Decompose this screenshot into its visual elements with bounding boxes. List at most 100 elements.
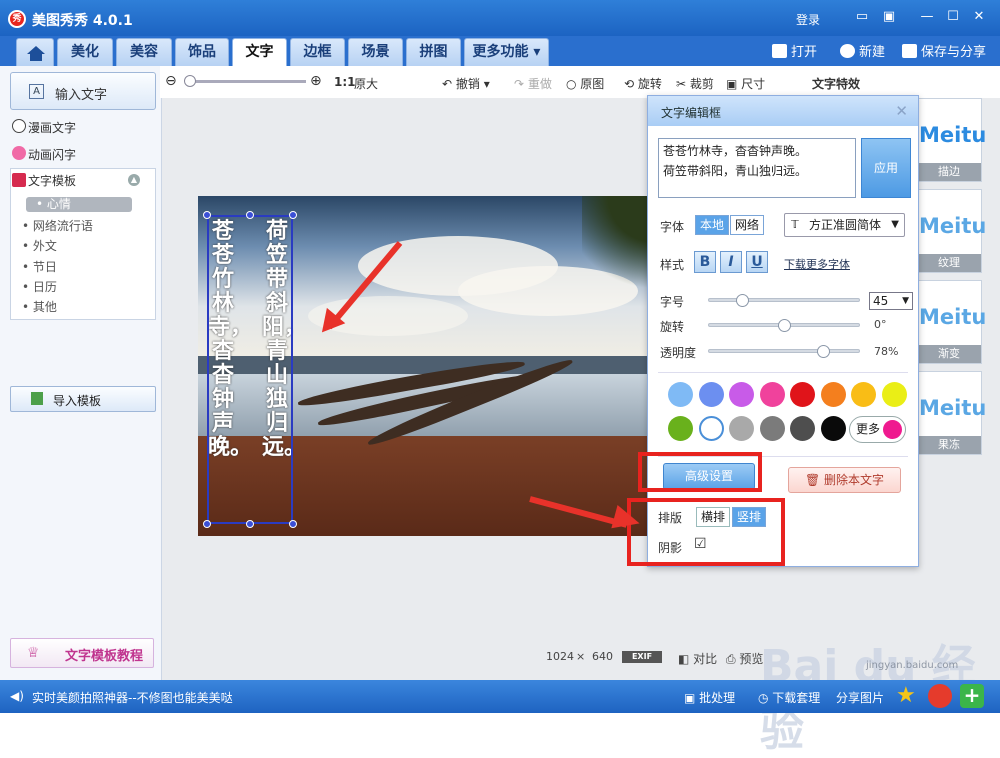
- login-link[interactable]: 登录: [796, 11, 820, 28]
- undo-button[interactable]: ↶ 撤销 ▾: [442, 75, 490, 92]
- tab-accessories[interactable]: 饰品: [175, 38, 229, 66]
- download-fonts-link[interactable]: 下载更多字体: [784, 256, 850, 272]
- template-item-other[interactable]: • 其他: [22, 298, 57, 315]
- color-swatch[interactable]: [759, 382, 785, 407]
- template-item-mood[interactable]: • 心情: [26, 197, 132, 212]
- more-colors-button[interactable]: 更多: [849, 416, 906, 443]
- tab-beautify[interactable]: 美化: [57, 38, 113, 66]
- effect-jelly[interactable]: Meitu 果冻: [916, 371, 986, 455]
- menu-icon[interactable]: ▣: [880, 9, 898, 25]
- resize-handle[interactable]: [246, 520, 254, 528]
- template-item-internet-slang[interactable]: • 网络流行语: [22, 217, 93, 234]
- comic-text-item[interactable]: 漫画文字: [28, 119, 76, 136]
- star-icon[interactable]: ★: [896, 684, 920, 708]
- template-tutorial-button[interactable]: ♕ 文字模板教程: [10, 638, 154, 668]
- minimize-icon[interactable]: —: [918, 9, 936, 25]
- bold-button[interactable]: B: [694, 251, 716, 273]
- zoom-ratio[interactable]: 1:1: [334, 75, 356, 89]
- redo-button[interactable]: ↷ 重做: [514, 75, 552, 92]
- text-selection-box[interactable]: [207, 215, 293, 524]
- font-local-toggle[interactable]: 本地: [695, 215, 730, 235]
- zoom-in-icon[interactable]: ⊕: [310, 73, 322, 89]
- color-swatch[interactable]: [698, 382, 724, 407]
- size-select[interactable]: 45 ▼: [869, 292, 913, 310]
- save-icon: [902, 44, 917, 58]
- color-swatch[interactable]: [759, 416, 785, 441]
- feedback-icon[interactable]: ▭: [853, 9, 871, 25]
- resize-handle[interactable]: [203, 520, 211, 528]
- template-item-calendar[interactable]: • 日历: [22, 278, 57, 295]
- compare-button[interactable]: ◧ 对比: [678, 650, 717, 667]
- original-size-button[interactable]: 原大: [354, 75, 378, 92]
- close-icon[interactable]: ✕: [970, 9, 988, 25]
- share-button[interactable]: 分享图片: [836, 689, 884, 706]
- color-swatch[interactable]: [790, 416, 815, 441]
- tab-frame[interactable]: 边框: [290, 38, 345, 66]
- color-swatch[interactable]: [820, 416, 846, 441]
- font-web-toggle[interactable]: 网络: [730, 215, 765, 235]
- size-label: 字号: [660, 295, 685, 309]
- color-swatch[interactable]: [668, 416, 693, 441]
- resize-handle[interactable]: [203, 211, 211, 219]
- template-header[interactable]: 文字模板: [28, 172, 76, 189]
- apply-button[interactable]: 应用: [861, 138, 911, 198]
- home-tab[interactable]: [16, 38, 54, 66]
- collapse-icon[interactable]: ▲: [128, 174, 140, 186]
- zoom-slider-knob[interactable]: [184, 75, 196, 87]
- tab-face[interactable]: 美容: [116, 38, 172, 66]
- color-swatch[interactable]: [668, 382, 693, 407]
- batch-button[interactable]: ▣ 批处理: [684, 689, 735, 706]
- zoom-out-icon[interactable]: ⊖: [165, 73, 177, 89]
- template-item-foreign[interactable]: • 外文: [22, 237, 57, 254]
- effect-stroke[interactable]: Meitu 描边: [916, 98, 986, 182]
- color-swatch[interactable]: [820, 382, 846, 407]
- anim-text-item[interactable]: 动画闪字: [28, 146, 76, 163]
- effect-gradient[interactable]: Meitu 渐变: [916, 280, 986, 364]
- dialog-header[interactable]: 文字编辑框 ✕: [648, 96, 918, 126]
- color-swatch[interactable]: [790, 382, 815, 407]
- size-slider-knob[interactable]: [736, 294, 749, 307]
- resize-handle[interactable]: [246, 211, 254, 219]
- color-swatch[interactable]: [851, 382, 876, 407]
- opacity-slider[interactable]: [708, 345, 860, 358]
- rotate-button[interactable]: ⟲ 旋转: [624, 75, 662, 92]
- input-text-button[interactable]: A 输入文字: [10, 72, 156, 110]
- new-button[interactable]: 新建: [840, 41, 885, 60]
- font-select[interactable]: 𝕋 方正准圆简体 ▼: [784, 213, 905, 237]
- tab-collage[interactable]: 拼图: [406, 38, 461, 66]
- size-slider[interactable]: [708, 294, 860, 307]
- resize-handle[interactable]: [289, 211, 297, 219]
- rotate-slider-knob[interactable]: [778, 319, 791, 332]
- tab-more[interactable]: 更多功能 ▾: [464, 38, 549, 66]
- text-input-area[interactable]: 苍苍竹林寺，杳杳钟声晚。 荷笠带斜阳，青山独归远。: [658, 138, 856, 198]
- weibo-icon[interactable]: [928, 684, 952, 708]
- underline-button[interactable]: U: [746, 251, 768, 273]
- delete-text-button[interactable]: 🗑 删除本文字: [788, 467, 901, 493]
- tab-text[interactable]: 文字: [232, 38, 287, 66]
- status-tip[interactable]: 实时美颜拍照神器--不修图也能美美哒: [32, 689, 233, 706]
- resize-handle[interactable]: [289, 520, 297, 528]
- maximize-icon[interactable]: ☐: [944, 9, 962, 25]
- color-swatch[interactable]: [881, 382, 907, 407]
- rotate-slider[interactable]: [708, 319, 860, 332]
- original-button[interactable]: ○ 原图: [566, 75, 604, 92]
- opacity-slider-knob[interactable]: [817, 345, 830, 358]
- color-swatch[interactable]: [729, 382, 754, 407]
- crop-button[interactable]: ✂ 裁剪: [676, 75, 714, 92]
- color-swatch[interactable]: [698, 416, 724, 441]
- download-button[interactable]: ◷ 下载套理: [758, 689, 820, 706]
- preview-button[interactable]: ⎙ 预览: [726, 650, 763, 667]
- exif-button[interactable]: EXIF: [622, 651, 662, 663]
- add-icon[interactable]: +: [960, 684, 984, 708]
- italic-button[interactable]: I: [720, 251, 742, 273]
- color-swatch[interactable]: [729, 416, 754, 441]
- effect-texture[interactable]: Meitu 纹理: [916, 189, 986, 273]
- import-template-button[interactable]: 导入模板: [10, 386, 156, 412]
- template-item-holiday[interactable]: • 节日: [22, 258, 57, 275]
- zoom-slider[interactable]: [184, 75, 306, 87]
- open-button[interactable]: 打开: [772, 41, 817, 60]
- save-share-button[interactable]: 保存与分享: [902, 41, 986, 60]
- resize-button[interactable]: ▣ 尺寸: [726, 75, 765, 92]
- dialog-close-icon[interactable]: ✕: [895, 102, 908, 120]
- tab-scene[interactable]: 场景: [348, 38, 403, 66]
